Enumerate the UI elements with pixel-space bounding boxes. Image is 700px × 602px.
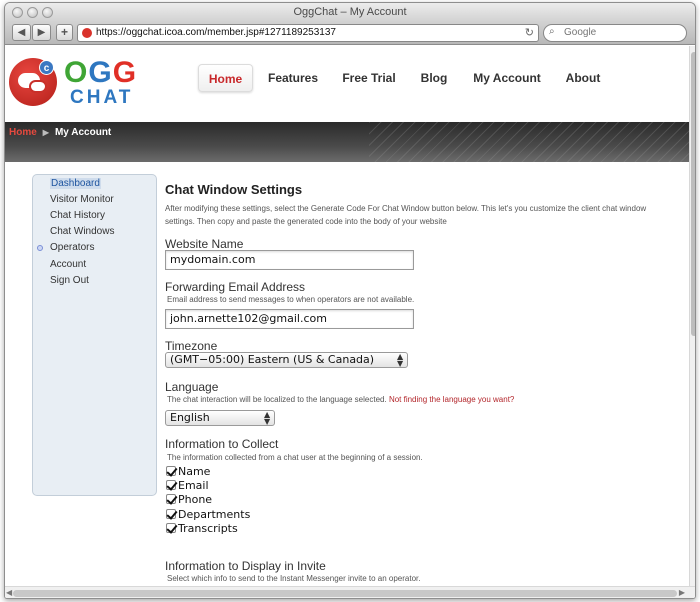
- forward-button[interactable]: ▶: [32, 24, 51, 41]
- breadcrumb-band: Home ▶ My Account: [5, 122, 689, 162]
- breadcrumb-home-link[interactable]: Home: [9, 127, 37, 138]
- nav-blog[interactable]: Blog: [417, 64, 451, 92]
- oggchat-logo[interactable]: c OGG CHAT: [9, 58, 165, 114]
- language-label: Language: [165, 380, 219, 394]
- timezone-select[interactable]: (GMT−05:00) Eastern (US & Canada) ▲ ▼: [165, 352, 408, 368]
- zoom-window-button[interactable]: [42, 7, 53, 18]
- forwarding-email-label: Forwarding Email Address: [165, 280, 306, 294]
- checkbox-phone[interactable]: Phone: [166, 493, 212, 506]
- search-icon: ⌕: [549, 26, 555, 37]
- breadcrumb: Home ▶ My Account: [9, 127, 111, 138]
- back-button[interactable]: ◀: [12, 24, 31, 41]
- sidebar-item-chat-windows[interactable]: Chat Windows: [50, 226, 114, 237]
- minimize-window-button[interactable]: [27, 7, 38, 18]
- sidebar-item-operators[interactable]: Operators: [50, 242, 94, 253]
- sidebar-item-account[interactable]: Account: [50, 259, 86, 270]
- back-arrow-icon: ◀: [17, 27, 26, 38]
- logo-badge: c: [39, 60, 54, 75]
- forwarding-email-input[interactable]: john.arnette102@gmail.com: [165, 309, 414, 329]
- forwarding-email-help: Email address to send messages to when o…: [167, 295, 415, 304]
- chat-bubble-logo-icon: c: [9, 58, 57, 106]
- page-title: Chat Window Settings: [165, 182, 303, 197]
- sidebar-item-sign-out[interactable]: Sign Out: [50, 275, 89, 286]
- info-invite-label: Information to Display in Invite: [165, 559, 326, 573]
- select-arrows-icon: ▲ ▼: [397, 352, 404, 368]
- website-name-input[interactable]: mydomain.com: [165, 250, 414, 270]
- language-help-link[interactable]: Not finding the language you want?: [389, 395, 514, 404]
- checkbox-email[interactable]: Email: [166, 479, 209, 492]
- language-help: The chat interaction will be localized t…: [167, 395, 515, 404]
- account-sidebar: Dashboard Visitor Monitor Chat History C…: [32, 174, 157, 496]
- sidebar-item-visitor-monitor[interactable]: Visitor Monitor: [50, 194, 114, 205]
- checkbox-checked-icon[interactable]: [166, 494, 176, 504]
- window-title: OggChat – My Account: [293, 6, 407, 18]
- browser-window: OggChat – My Account ◀ ▶ + https://oggch…: [4, 2, 696, 599]
- horizontal-scrollbar[interactable]: ◀ ▶: [5, 586, 695, 598]
- checkbox-departments[interactable]: Departments: [166, 508, 250, 521]
- checkbox-transcripts[interactable]: Transcripts: [166, 522, 238, 535]
- breadcrumb-current: My Account: [54, 127, 112, 138]
- checkbox-name[interactable]: Name: [166, 465, 210, 478]
- site-favicon-icon: [82, 28, 92, 38]
- reload-icon[interactable]: ↻: [525, 26, 534, 39]
- website-name-label: Website Name: [165, 237, 244, 251]
- vertical-scrollbar[interactable]: [689, 46, 695, 586]
- url-text[interactable]: https://oggchat.icoa.com/member.jsp#1271…: [96, 27, 336, 38]
- bullet-icon: [37, 245, 43, 251]
- horizontal-scroll-thumb[interactable]: [13, 590, 677, 597]
- timezone-label: Timezone: [165, 339, 218, 353]
- nav-home[interactable]: Home: [198, 64, 253, 92]
- sidebar-item-chat-history[interactable]: Chat History: [50, 210, 105, 221]
- info-collect-help: The information collected from a chat us…: [167, 453, 423, 462]
- address-bar[interactable]: https://oggchat.icoa.com/member.jsp#1271…: [77, 24, 539, 42]
- logo-subtitle: CHAT: [70, 87, 134, 108]
- vertical-scroll-thumb[interactable]: [691, 52, 695, 336]
- forward-arrow-icon: ▶: [37, 27, 46, 38]
- search-input[interactable]: [564, 27, 682, 38]
- browser-toolbar: ◀ ▶ + https://oggchat.icoa.com/member.js…: [5, 21, 695, 45]
- site-header: c OGG CHAT Home Features Free Trial Blog…: [5, 46, 689, 122]
- nav-features[interactable]: Features: [263, 64, 323, 92]
- checkbox-checked-icon[interactable]: [166, 480, 176, 490]
- nav-about[interactable]: About: [563, 64, 603, 92]
- language-value: English: [170, 411, 210, 424]
- search-bar[interactable]: ⌕: [543, 24, 687, 42]
- scroll-left-icon[interactable]: ◀: [6, 588, 12, 597]
- info-collect-label: Information to Collect: [165, 437, 279, 451]
- close-window-button[interactable]: [12, 7, 23, 18]
- intro-text: After modifying these settings, select t…: [165, 204, 647, 226]
- timezone-value: (GMT−05:00) Eastern (US & Canada): [170, 353, 375, 366]
- logo-wordmark: OGG: [64, 56, 138, 89]
- add-bookmark-button[interactable]: +: [56, 24, 73, 41]
- checkbox-checked-icon[interactable]: [166, 523, 176, 533]
- window-titlebar: OggChat – My Account: [5, 3, 695, 21]
- language-select[interactable]: English ▲ ▼: [165, 410, 275, 426]
- select-arrows-icon: ▲ ▼: [264, 410, 271, 426]
- scroll-right-icon[interactable]: ▶: [679, 588, 685, 597]
- sidebar-item-dashboard[interactable]: Dashboard: [50, 178, 101, 189]
- checkbox-checked-icon[interactable]: [166, 509, 176, 519]
- plus-icon: +: [60, 25, 68, 39]
- nav-my-account[interactable]: My Account: [471, 64, 543, 92]
- checkbox-checked-icon[interactable]: [166, 466, 176, 476]
- info-invite-help: Select which info to send to the Instant…: [167, 574, 421, 583]
- nav-free-trial[interactable]: Free Trial: [339, 64, 399, 92]
- breadcrumb-arrow-icon: ▶: [42, 128, 49, 137]
